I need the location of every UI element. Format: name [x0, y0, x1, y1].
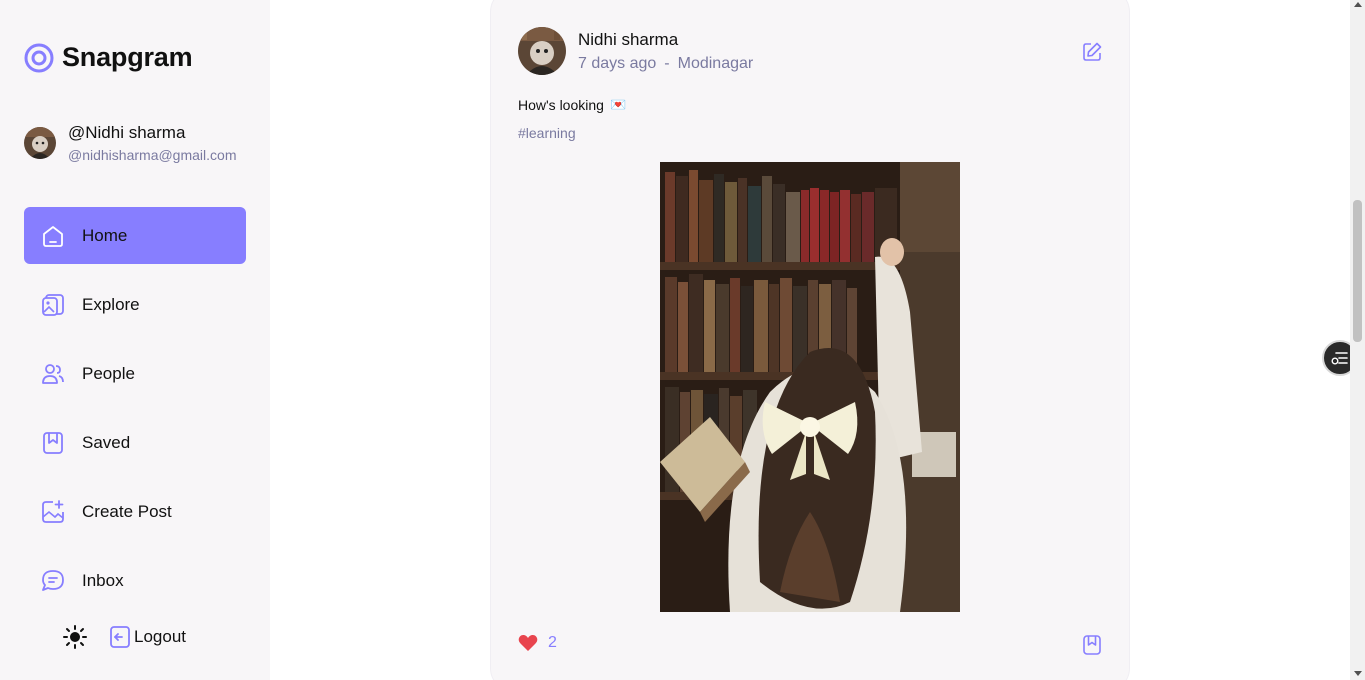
- scroll-up-arrow-icon[interactable]: [1354, 2, 1362, 7]
- sidebar-item-label: Inbox: [82, 570, 124, 590]
- home-icon: [40, 223, 66, 249]
- brand-logo[interactable]: Snapgram: [24, 42, 193, 73]
- love-letter-emoji: 💌: [609, 97, 627, 112]
- heart-icon: [518, 634, 538, 651]
- sidebar-item-home[interactable]: Home: [24, 207, 246, 264]
- sidebar-item-label: Explore: [82, 294, 140, 314]
- profile-summary[interactable]: @Nidhi sharma @nidhisharma@gmail.com: [24, 123, 236, 163]
- camera-logo-icon: [24, 43, 54, 72]
- sidebar-item-explore[interactable]: Explore: [24, 276, 246, 333]
- profile-email: @nidhisharma@gmail.com: [68, 147, 237, 163]
- sidebar-nav: Home Explore People Saved Create Post In…: [24, 207, 246, 621]
- logout-button[interactable]: Logout: [108, 625, 186, 649]
- sidebar-item-inbox[interactable]: Inbox: [24, 552, 246, 609]
- sidebar-item-label: Create Post: [82, 501, 172, 521]
- scroll-down-arrow-icon[interactable]: [1354, 671, 1362, 676]
- logout-label: Logout: [134, 627, 186, 646]
- bookmark-icon[interactable]: [1081, 634, 1103, 656]
- avatar: [24, 127, 56, 159]
- post-header: Nidhi sharma 7 days ago - Modinagar: [518, 27, 753, 75]
- sidebar-item-label: Home: [82, 225, 128, 245]
- post-card: Nidhi sharma 7 days ago - Modinagar How'…: [490, 0, 1130, 680]
- profile-name: @Nidhi sharma: [68, 123, 186, 142]
- post-caption: How's looking 💌: [518, 97, 626, 113]
- post-meta: 7 days ago - Modinagar: [578, 55, 753, 73]
- edit-post-icon[interactable]: [1081, 41, 1103, 63]
- people-icon: [40, 361, 66, 387]
- post-tag[interactable]: #learning: [518, 125, 576, 141]
- author-avatar[interactable]: [518, 27, 566, 75]
- post-image[interactable]: [660, 162, 960, 612]
- gallery-add-icon: [40, 499, 66, 525]
- bookmark-icon: [40, 430, 66, 456]
- sidebar-item-label: Saved: [82, 432, 131, 452]
- sidebar-item-label: People: [82, 363, 135, 383]
- like-control[interactable]: 2: [518, 634, 557, 652]
- post-author-name[interactable]: Nidhi sharma: [578, 30, 753, 50]
- sidebar: Snapgram @Nidhi sharma @nidhisharma@gmai…: [0, 0, 270, 680]
- chat-icon: [40, 568, 66, 594]
- page-scrollbar[interactable]: [1350, 0, 1365, 680]
- sun-icon[interactable]: [62, 624, 88, 650]
- sidebar-item-people[interactable]: People: [24, 345, 246, 402]
- caption-text: How's looking: [518, 97, 604, 113]
- explore-icon: [40, 292, 66, 318]
- post-time: 7 days ago: [578, 54, 657, 72]
- sidebar-item-create-post[interactable]: Create Post: [24, 483, 246, 540]
- scroll-thumb[interactable]: [1353, 200, 1362, 342]
- sidebar-footer: Logout: [62, 624, 186, 650]
- logout-icon: [110, 626, 130, 648]
- list-filter-icon: [1331, 352, 1348, 365]
- like-count: 2: [548, 634, 557, 651]
- post-location: Modinagar: [677, 54, 754, 72]
- brand-name: Snapgram: [62, 42, 193, 72]
- meta-separator: -: [664, 54, 670, 72]
- sidebar-item-saved[interactable]: Saved: [24, 414, 246, 471]
